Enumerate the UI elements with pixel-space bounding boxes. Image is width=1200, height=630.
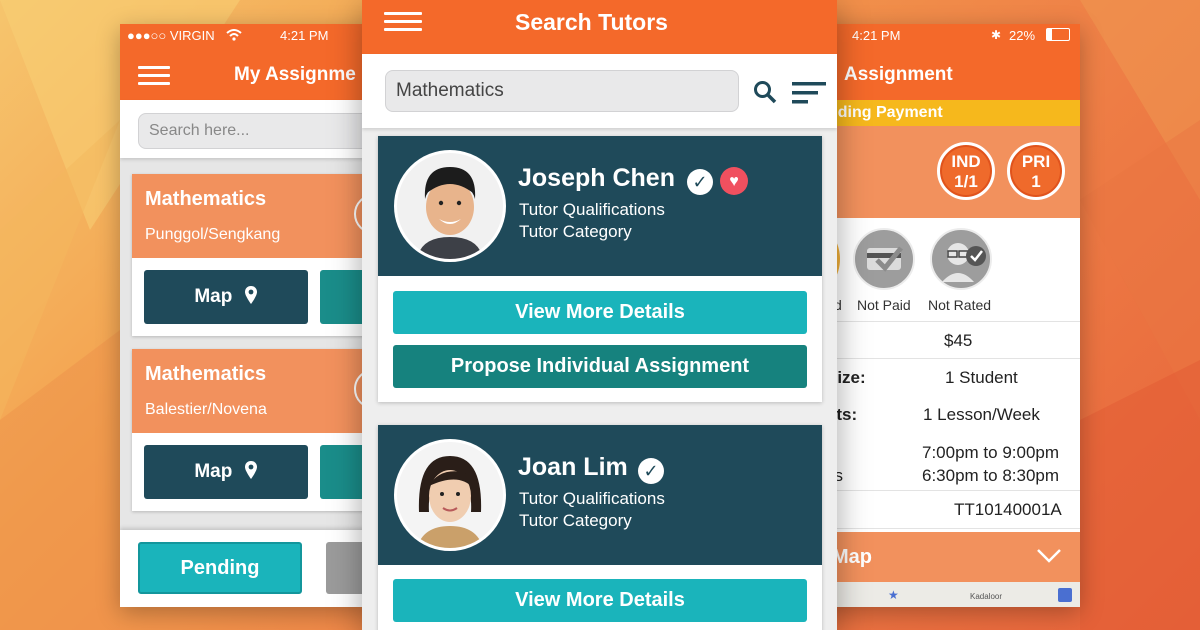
detail-row-timings: s ys 7:00pm to 9:00pm 6:30pm to 8:30pm bbox=[826, 437, 1080, 491]
tutor-rating-icon bbox=[930, 228, 992, 290]
level-badge: PRI 1 bbox=[1007, 142, 1065, 200]
map-button[interactable]: Map bbox=[144, 445, 308, 499]
detail-row-class-size: Size: 1 Student bbox=[826, 359, 1080, 397]
tutor-name: Joan Lim bbox=[518, 453, 628, 481]
view-more-details-button[interactable]: View More Details bbox=[393, 579, 807, 622]
assignment-location: Balestier/Novena bbox=[145, 401, 267, 418]
detail-row-reference: TT10140001A bbox=[826, 491, 1080, 529]
tutor-category: Tutor Category bbox=[519, 511, 632, 530]
search-strip: Mathematics bbox=[362, 54, 837, 128]
map-button-label: Map bbox=[194, 286, 233, 307]
menu-icon[interactable] bbox=[138, 66, 170, 85]
status-icons-row: d Not Paid Not Rated bbox=[826, 218, 1080, 322]
center-phone-screen: Search Tutors Mathematics Joseph Chen ✓ … bbox=[362, 0, 837, 630]
left-phone-screen: ●●●○○ VIRGIN 4:21 PM My Assignme Search … bbox=[120, 24, 370, 607]
tab-pending[interactable]: Pending bbox=[138, 542, 302, 594]
tutor-card[interactable]: Joan Lim ✓ Tutor Qualifications Tutor Ca… bbox=[378, 425, 822, 630]
tutor-avatar bbox=[394, 439, 506, 551]
detail-value: 7:00pm to 9:00pm bbox=[922, 443, 1060, 462]
assignment-card-header: Mathematics Balestier/Novena bbox=[132, 349, 370, 433]
search-input[interactable]: Mathematics bbox=[385, 70, 739, 112]
battery-text: 22% bbox=[1009, 28, 1036, 43]
reference-code: TT10140001A bbox=[954, 500, 1062, 519]
page-title: Assignment bbox=[844, 64, 953, 85]
detail-row-slots: ots: 1 Lesson/Week bbox=[826, 397, 1080, 437]
detail-value: 1 Student bbox=[945, 368, 1018, 387]
individual-badge: IND 1/1 bbox=[937, 142, 995, 200]
tutor-avatar bbox=[394, 150, 506, 262]
search-icon[interactable] bbox=[753, 80, 777, 104]
map-section-toggle[interactable]: Map bbox=[826, 532, 1080, 582]
map-preview[interactable]: Kadaloor ★ bbox=[826, 582, 1080, 607]
assignment-card[interactable]: Mathematics Punggol/Sengkang Map bbox=[132, 174, 370, 336]
tutor-name: Joseph Chen bbox=[518, 164, 675, 192]
wifi-icon bbox=[226, 29, 242, 41]
assignment-subject: Mathematics bbox=[145, 188, 267, 210]
tutor-card-header: Joseph Chen ✓ ♥ Tutor Qualifications Tut… bbox=[378, 136, 822, 276]
verified-check-icon: ✓ bbox=[638, 458, 664, 484]
detail-row-rate: : $45 bbox=[826, 322, 1080, 359]
payment-card-icon bbox=[853, 228, 915, 290]
map-place-label: Kadaloor bbox=[970, 592, 1003, 601]
search-input[interactable]: Search here... bbox=[138, 113, 370, 149]
detail-value: 1 Lesson/Week bbox=[923, 405, 1040, 424]
map-button[interactable]: Map bbox=[144, 270, 308, 324]
assignment-location: Punggol/Sengkang bbox=[145, 226, 281, 243]
status-time: 4:21 PM bbox=[280, 28, 329, 43]
carrier-text: ●●●○○ VIRGIN bbox=[127, 28, 215, 43]
favorite-heart-icon[interactable]: ♥ bbox=[720, 167, 748, 195]
assignment-card-header: Mathematics Punggol/Sengkang bbox=[132, 174, 370, 258]
star-icon: ★ bbox=[888, 588, 899, 602]
tutor-qualifications: Tutor Qualifications bbox=[519, 489, 665, 508]
app-bar: Assignment bbox=[826, 46, 1080, 100]
bluetooth-icon: ✱ bbox=[991, 28, 1002, 42]
status-bar: ●●●○○ VIRGIN 4:21 PM bbox=[120, 24, 370, 46]
propose-assignment-button[interactable]: Propose Individual Assignment bbox=[393, 345, 807, 388]
app-bar: My Assignme bbox=[120, 46, 370, 100]
location-pin-icon bbox=[244, 461, 257, 479]
bottom-tab-bar: Pending bbox=[120, 530, 370, 607]
badge-line1: PRI bbox=[1021, 152, 1051, 171]
map-section-label: Map bbox=[832, 546, 872, 568]
filter-sort-icon[interactable] bbox=[792, 82, 826, 104]
view-more-details-button[interactable]: View More Details bbox=[393, 291, 807, 334]
tutor-card[interactable]: Joseph Chen ✓ ♥ Tutor Qualifications Tut… bbox=[378, 136, 822, 402]
page-title: Search Tutors bbox=[515, 9, 668, 35]
badge-line2: 1/1 bbox=[954, 172, 978, 191]
tutor-qualifications: Tutor Qualifications bbox=[519, 200, 665, 219]
detail-value: $45 bbox=[944, 331, 973, 350]
app-bar: Search Tutors bbox=[362, 0, 837, 54]
verified-check-icon: ✓ bbox=[687, 169, 713, 195]
status-bar: 4:21 PM ✱ 22% bbox=[826, 24, 1080, 46]
not-paid-label: Not Paid bbox=[857, 297, 911, 313]
assignment-subject: Mathematics bbox=[145, 363, 267, 385]
location-pin-icon bbox=[244, 286, 257, 304]
battery-icon bbox=[1046, 28, 1070, 41]
tutor-category: Tutor Category bbox=[519, 222, 632, 241]
page-title: My Assignme bbox=[234, 64, 356, 85]
assignment-card[interactable]: Mathematics Balestier/Novena Map bbox=[132, 349, 370, 511]
assignment-header: g IND 1/1 PRI 1 bbox=[826, 126, 1080, 218]
status-time: 4:21 PM bbox=[852, 28, 901, 43]
menu-icon[interactable] bbox=[384, 12, 422, 31]
search-strip: Search here... bbox=[120, 100, 370, 158]
badge-line1: IND bbox=[951, 152, 981, 171]
street-view-icon[interactable] bbox=[1058, 588, 1072, 602]
right-phone-screen: 4:21 PM ✱ 22% Assignment nding Payment g… bbox=[826, 24, 1080, 607]
pending-payment-banner: nding Payment bbox=[826, 100, 1080, 126]
map-button-label: Map bbox=[194, 461, 233, 482]
not-rated-label: Not Rated bbox=[928, 297, 992, 313]
tutor-card-header: Joan Lim ✓ Tutor Qualifications Tutor Ca… bbox=[378, 425, 822, 565]
chevron-down-icon bbox=[1037, 549, 1061, 563]
badge-line2: 1 bbox=[1031, 172, 1041, 191]
detail-value: 6:30pm to 8:30pm bbox=[922, 466, 1060, 485]
